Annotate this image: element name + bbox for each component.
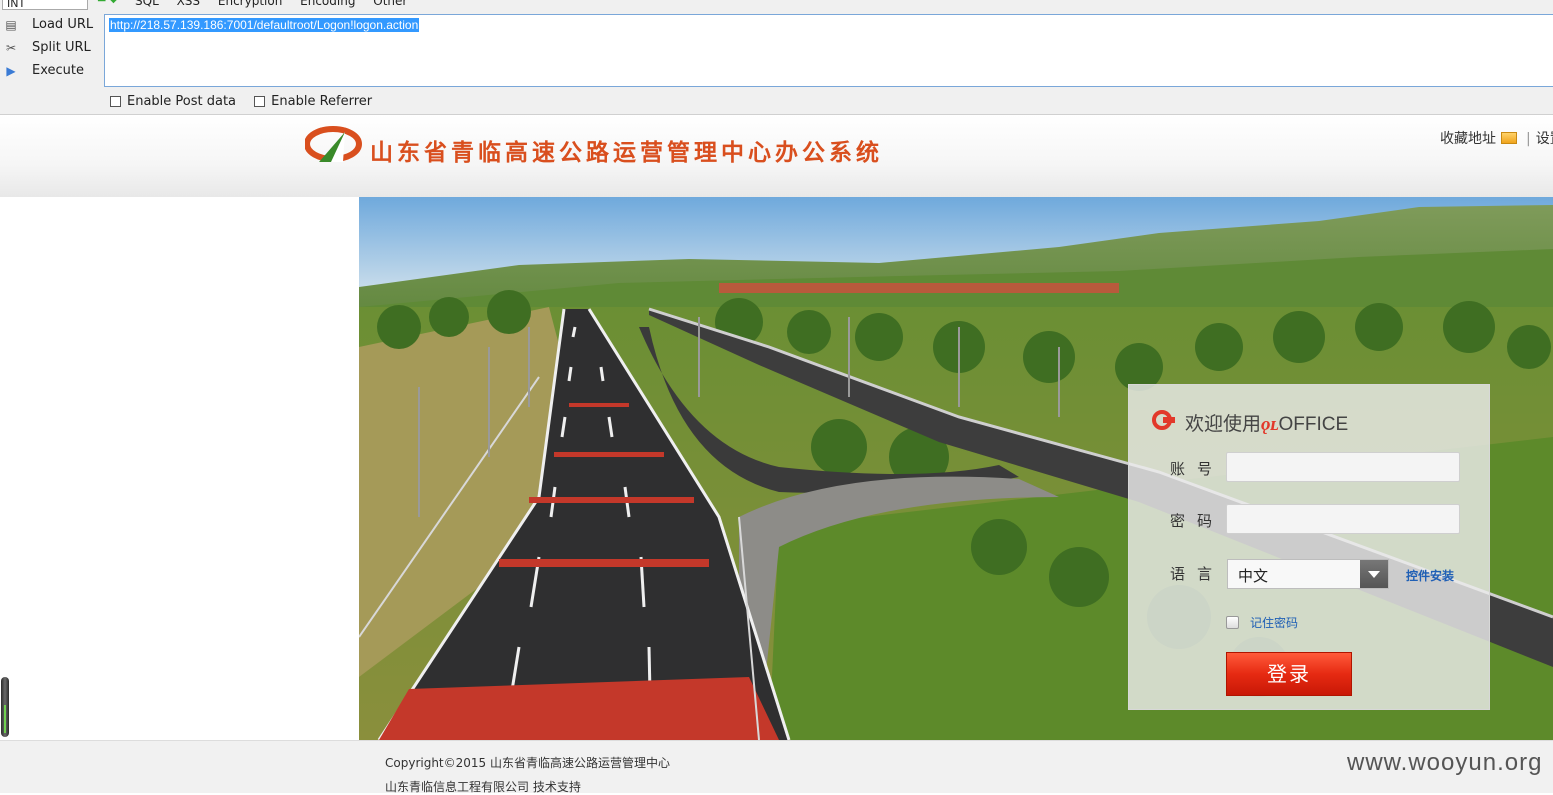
url-textarea[interactable]: http://218.57.139.186:7001/defaultroot/L… [104,14,1553,87]
brand-suffix: OFFICE [1278,414,1349,435]
toolbar-mini-icons[interactable]: ▬ ◆ [97,0,117,5]
password-label: 密码 [1170,512,1225,530]
brand-mark: ǫʟ [1261,414,1279,435]
enable-post-checkbox[interactable] [110,96,121,107]
options-row: Enable Post data Enable Referrer [110,94,386,111]
welcome-text: 欢迎使用 [1185,413,1262,435]
favorites-link[interactable]: 收藏地址 [1440,131,1496,147]
left-blank-panel [0,197,359,740]
execute-button[interactable]: ▶ Execute [0,60,104,83]
menu-sql[interactable]: SQL [135,0,159,8]
site-header: 山东省青临高速公路运营管理中心办公系统 收藏地址 | 设置 [0,115,1553,198]
menu-xss[interactable]: XSS [177,0,200,8]
header-links: 收藏地址 | 设置 [1440,128,1553,148]
chevron-down-icon[interactable] [1360,560,1388,588]
action-list: ▤ Load URL ✂ Split URL ▶ Execute [0,14,104,83]
language-label: 语言 [1170,565,1225,583]
enable-post-option[interactable]: Enable Post data [110,94,236,109]
main-area: 欢迎使用ǫʟOFFICE 账号 密码 语言 中文 控件安装 记住密码 登录 [0,197,1553,740]
url-text: http://218.57.139.186:7001/defaultroot/L… [109,18,420,32]
account-label: 账号 [1170,460,1225,478]
execute-label: Execute [32,63,84,78]
menu-encryption[interactable]: Encryption [218,0,282,8]
site-title: 山东省青临高速公路运营管理中心办公系统 [370,139,883,166]
remember-password-label[interactable]: 记住密码 [1250,614,1298,631]
page-footer: Copyright©2015 山东省青临高速公路运营管理中心 山东青临信息工程有… [0,740,1553,794]
menu-encoding[interactable]: Encoding [300,0,355,8]
copyright-line: Copyright©2015 山东省青临高速公路运营管理中心 [385,756,670,770]
load-url-label: Load URL [32,17,94,32]
load-url-button[interactable]: ▤ Load URL [0,14,104,37]
login-panel: 欢迎使用ǫʟOFFICE 账号 密码 语言 中文 控件安装 记住密码 登录 [1128,384,1490,710]
password-input[interactable] [1226,504,1460,534]
hackbar-toolbar: INT ▬ ◆ SQL XSS Encryption Encoding Othe… [0,0,1553,115]
play-icon: ▶ [6,64,16,78]
menu-other[interactable]: Other [373,0,407,8]
install-control-link[interactable]: 控件安装 [1406,567,1454,584]
settings-link[interactable]: 设置 [1536,131,1553,147]
folder-icon [1501,132,1517,144]
header-separator: | [1526,131,1531,147]
enable-referrer-label: Enable Referrer [271,94,373,109]
welcome-heading: 欢迎使用ǫʟOFFICE [1185,409,1348,436]
site-logo-icon [305,126,362,162]
enable-referrer-option[interactable]: Enable Referrer [254,94,372,109]
remember-password-checkbox[interactable] [1226,616,1239,629]
language-select[interactable]: 中文 [1227,559,1389,589]
watermark: www.wooyun.org [1347,749,1543,776]
scroll-handle[interactable] [1,677,9,737]
account-input[interactable] [1226,452,1460,482]
enable-referrer-checkbox[interactable] [254,96,266,107]
tech-support-line: 山东青临信息工程有限公司 技术支持 [385,780,581,794]
encoding-dropdown[interactable]: INT [2,0,88,10]
toolbar-menu: SQL XSS Encryption Encoding Other [135,0,421,8]
scissors-icon: ✂ [5,41,17,55]
login-button[interactable]: 登录 [1226,652,1352,696]
login-logo-icon [1152,410,1175,430]
load-url-icon: ▤ [5,18,17,32]
enable-post-label: Enable Post data [127,94,237,109]
split-url-button[interactable]: ✂ Split URL [0,37,104,60]
language-value: 中文 [1238,567,1269,585]
split-url-label: Split URL [32,40,91,55]
